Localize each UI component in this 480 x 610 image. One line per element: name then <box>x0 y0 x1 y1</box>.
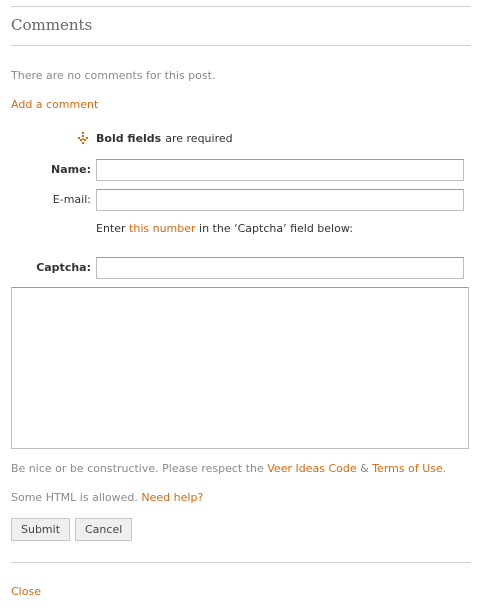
required-bold-text: Bold fields <box>96 132 162 145</box>
cancel-button[interactable]: Cancel <box>75 518 133 541</box>
captcha-instruction-suffix: in the ‘Captcha’ field below: <box>199 222 353 235</box>
required-marker-icon <box>78 132 88 144</box>
name-label: Name: <box>51 163 91 176</box>
no-comments-text: There are no comments for this post. <box>11 69 216 82</box>
comments-heading: Comments <box>11 16 93 34</box>
captcha-number-link[interactable]: this number <box>129 222 196 235</box>
top-divider <box>11 6 471 7</box>
captcha-row: Captcha: <box>0 257 480 279</box>
captcha-instruction-prefix: Enter <box>96 222 126 235</box>
conduct-notice-end: . <box>442 462 447 475</box>
add-comment-link[interactable]: Add a comment <box>11 98 98 111</box>
footer-divider <box>11 562 471 563</box>
captcha-instruction: Enter this number in the ‘Captcha’ field… <box>96 222 353 235</box>
name-row: Name: <box>0 159 480 181</box>
submit-button[interactable]: Submit <box>11 518 71 541</box>
html-allowed-text: Some HTML is allowed. <box>11 491 138 504</box>
conduct-notice-prefix: Be nice or be constructive. Please respe… <box>11 462 264 475</box>
name-field[interactable] <box>96 159 464 181</box>
ideas-code-link[interactable]: Veer Ideas Code <box>267 462 356 475</box>
heading-divider <box>11 45 471 46</box>
close-link[interactable]: Close <box>11 585 41 598</box>
required-rest-text: are required <box>165 132 233 145</box>
need-help-link[interactable]: Need help? <box>141 491 203 504</box>
terms-of-use-link[interactable]: Terms of Use <box>372 462 443 475</box>
required-fields-note: Bold fields are required <box>77 132 233 145</box>
conduct-notice: Be nice or be constructive. Please respe… <box>11 462 446 475</box>
comment-textarea[interactable] <box>11 287 469 449</box>
html-allowed-note: Some HTML is allowed. Need help? <box>11 491 203 504</box>
conduct-notice-amp: & <box>360 462 369 475</box>
captcha-field[interactable] <box>96 257 464 279</box>
email-row: E-mail: <box>0 189 480 211</box>
email-label: E-mail: <box>52 193 91 206</box>
captcha-label: Captcha: <box>36 261 91 274</box>
email-field[interactable] <box>96 189 464 211</box>
